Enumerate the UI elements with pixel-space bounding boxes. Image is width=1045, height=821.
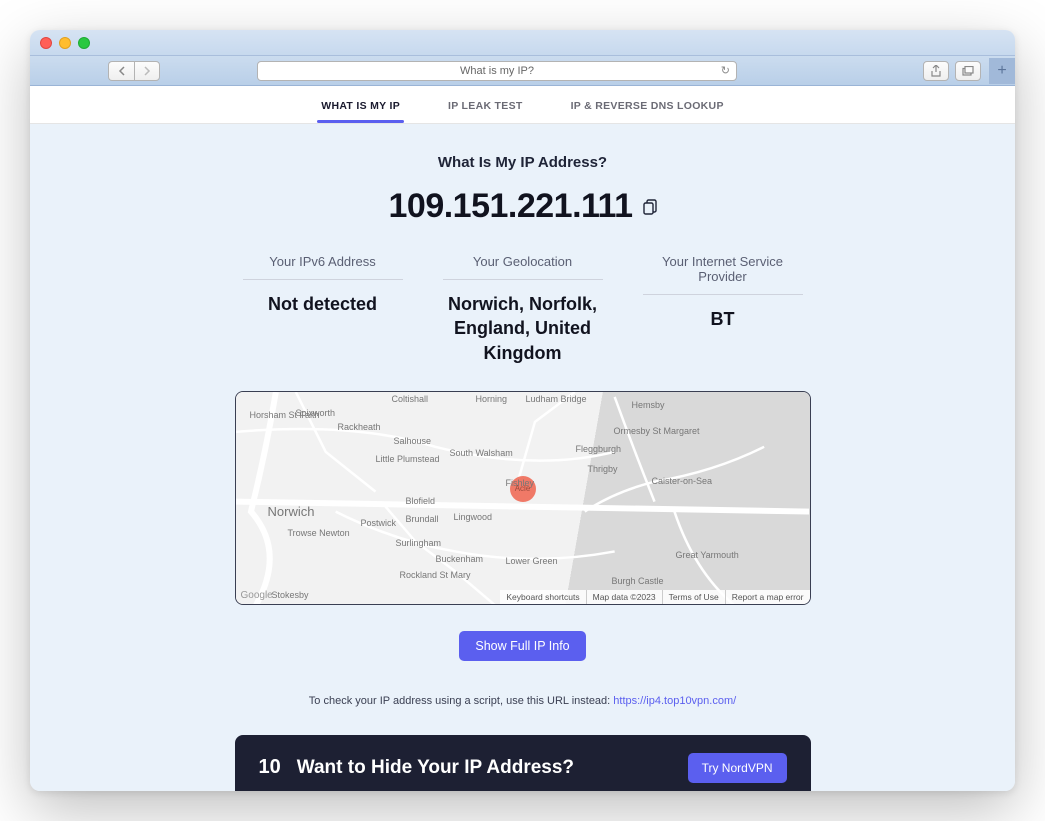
nav-buttons (108, 61, 160, 81)
show-full-ip-button[interactable]: Show Full IP Info (459, 631, 585, 661)
place-horning: Horning (476, 394, 508, 404)
map-data: Map data ©2023 (586, 590, 662, 604)
isp-value: BT (643, 307, 803, 331)
hide-ip-banner: 10 Want to Hide Your IP Address? Try Nor… (235, 735, 811, 791)
window-titlebar (30, 30, 1015, 56)
close-window-icon[interactable] (40, 37, 52, 49)
try-vpn-button[interactable]: Try NordVPN (688, 753, 787, 783)
place-salhouse: Salhouse (394, 436, 432, 446)
place-southwalsham: South Walsham (450, 448, 513, 458)
page-body: What Is My IP Address? 109.151.221.111 Y… (30, 124, 1015, 791)
ip-row: 109.151.221.111 (389, 187, 657, 226)
share-button[interactable] (923, 61, 949, 81)
place-stokesby: Stokesby (272, 590, 309, 600)
ipv6-label: Your IPv6 Address (243, 254, 403, 280)
isp-label: Your Internet Service Provider (643, 254, 803, 295)
info-grid: Your IPv6 Address Not detected Your Geol… (30, 254, 1015, 365)
google-logo: Google (241, 590, 273, 601)
place-lingwood: Lingwood (454, 512, 493, 522)
isp-col: Your Internet Service Provider BT (623, 254, 823, 365)
geo-label: Your Geolocation (443, 254, 603, 280)
maximize-window-icon[interactable] (78, 37, 90, 49)
page-tabs: WHAT IS MY IP IP LEAK TEST IP & REVERSE … (30, 86, 1015, 124)
place-surlingham: Surlingham (396, 538, 442, 548)
browser-window: What is my IP? ↻ + WHAT IS MY IP IP LEAK… (30, 30, 1015, 791)
tab-dns-lookup[interactable]: IP & REVERSE DNS LOOKUP (567, 88, 728, 122)
place-yarmouth: Great Yarmouth (676, 550, 739, 560)
address-text: What is my IP? (460, 65, 534, 77)
place-blofield: Blofield (406, 496, 436, 506)
script-url-link[interactable]: https://ip4.top10vpn.com/ (613, 695, 736, 707)
page-content: WHAT IS MY IP IP LEAK TEST IP & REVERSE … (30, 86, 1015, 791)
place-fleggburgh: Fleggburgh (576, 444, 622, 454)
place-fishley: Fishley (506, 478, 535, 488)
place-ludham: Ludham Bridge (526, 394, 587, 404)
place-lowergreen: Lower Green (506, 556, 558, 566)
geo-col: Your Geolocation Norwich, Norfolk, Engla… (423, 254, 623, 365)
tab-what-is-my-ip[interactable]: WHAT IS MY IP (317, 88, 404, 122)
banner-logo: 10 (259, 756, 281, 779)
map-terms[interactable]: Terms of Use (662, 590, 725, 604)
place-ormesby: Ormesby St Margaret (614, 426, 700, 436)
map-keyboard[interactable]: Keyboard shortcuts (500, 590, 585, 604)
place-littleplumstead: Little Plumstead (376, 454, 440, 464)
place-postwick: Postwick (361, 518, 397, 528)
minimize-window-icon[interactable] (59, 37, 71, 49)
place-buckenham: Buckenham (436, 554, 484, 564)
forward-button[interactable] (134, 61, 160, 81)
new-tab-button[interactable]: + (989, 58, 1015, 84)
back-button[interactable] (108, 61, 134, 81)
map-report[interactable]: Report a map error (725, 590, 810, 604)
page-title: What Is My IP Address? (30, 154, 1015, 171)
browser-toolbar: What is my IP? ↻ + (30, 56, 1015, 86)
place-rockland: Rockland St Mary (400, 570, 471, 580)
geo-value: Norwich, Norfolk, England, United Kingdo… (443, 292, 603, 365)
copy-icon[interactable] (643, 199, 657, 215)
tabs-button[interactable] (955, 61, 981, 81)
place-thrigby: Thrigby (588, 464, 618, 474)
ip-address: 109.151.221.111 (389, 187, 633, 226)
script-note: To check your IP address using a script,… (30, 695, 1015, 707)
map[interactable]: Acle Norwich Horsham St Faith Spixworth … (235, 391, 811, 605)
ipv6-value: Not detected (243, 292, 403, 316)
banner-title: Want to Hide Your IP Address? (297, 757, 672, 779)
place-norwich: Norwich (268, 504, 315, 519)
address-bar[interactable]: What is my IP? ↻ (257, 61, 737, 81)
place-spixworth: Spixworth (296, 408, 336, 418)
place-brundall: Brundall (406, 514, 439, 524)
place-rackheath: Rackheath (338, 422, 381, 432)
place-hemsby: Hemsby (632, 400, 665, 410)
ipv6-col: Your IPv6 Address Not detected (223, 254, 423, 365)
place-caister: Caister-on-Sea (652, 476, 713, 486)
place-burgh: Burgh Castle (612, 576, 664, 586)
map-footer: Keyboard shortcuts Map data ©2023 Terms … (500, 590, 809, 604)
toolbar-right: + (923, 58, 1007, 84)
place-coltishall: Coltishall (392, 394, 429, 404)
place-trowse: Trowse Newton (288, 528, 350, 538)
tab-ip-leak-test[interactable]: IP LEAK TEST (444, 88, 527, 122)
reload-icon[interactable]: ↻ (721, 64, 730, 77)
